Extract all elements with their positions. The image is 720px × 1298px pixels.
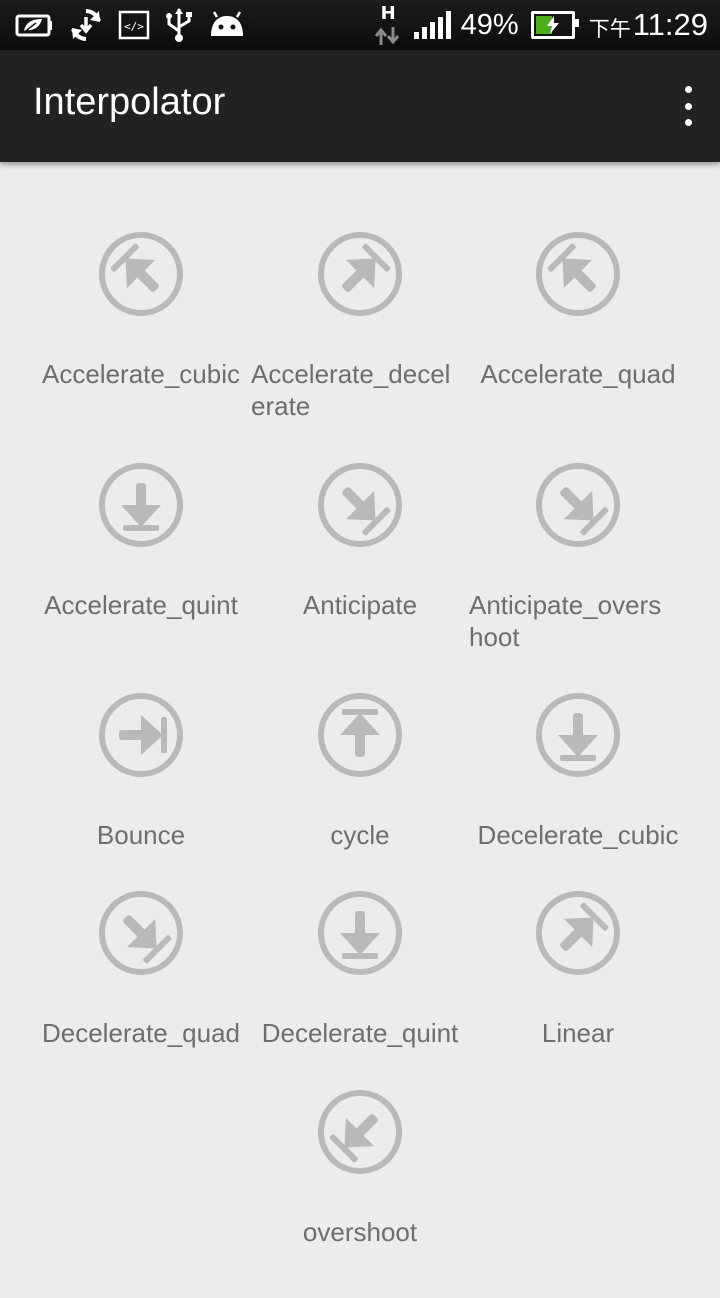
hspa-data-icon: H [372,3,402,47]
arrow-up-left-icon [536,232,620,316]
notification-icons: </> [14,0,246,50]
action-bar: Interpolator [0,50,720,162]
status-bar: </> H 49% 下午 11:29 [0,0,720,50]
interpolator-label: overshoot [302,1217,418,1247]
signal-icon [413,11,451,39]
arrow-down-right-icon [99,891,183,975]
arrow-down-right-icon [536,463,620,547]
system-indicators: H 49% 下午 11:29 [372,0,708,50]
arrow-down-right-icon [318,463,402,547]
interpolator-item[interactable]: Bounce [32,691,250,901]
interpolator-item[interactable]: Linear [469,889,687,1099]
arrow-down-icon [318,891,402,975]
clock-ampm: 下午 [588,17,631,41]
interpolator-item[interactable]: Anticipate [251,461,469,671]
interpolator-label: Accelerate_quad [480,359,676,389]
developer-icon: </> [118,10,150,40]
interpolator-item[interactable]: Anticipate_overs hoot [469,461,687,671]
interpolator-item[interactable]: cycle [251,691,469,901]
interpolator-item[interactable]: Accelerate_quad [469,230,687,440]
usb-icon [164,7,194,43]
arrow-right-icon [99,693,183,777]
interpolator-label: Accelerate_quint [44,590,238,620]
overflow-menu-icon[interactable] [678,86,698,126]
interpolator-label: cycle [330,820,390,850]
interpolator-label: Accelerate_decel erate [251,359,451,421]
battery-saver-icon [14,11,54,39]
battery-percent: 49% [460,8,519,41]
interpolator-item[interactable]: Accelerate_quint [32,461,250,671]
interpolator-label: Accelerate_cubic [42,359,240,389]
interpolator-label: Decelerate_quint [261,1018,459,1048]
svg-text:</>: </> [124,20,144,33]
interpolator-item[interactable]: overshoot [251,1088,469,1298]
arrow-down-icon [99,463,183,547]
interpolator-label: Anticipate [302,590,418,620]
interpolator-item[interactable]: Decelerate_quint [251,889,469,1099]
arrow-down-icon [536,693,620,777]
android-debug-icon [208,10,246,40]
interpolator-label: Decelerate_quad [41,1018,241,1048]
app-title: Interpolator [33,81,226,123]
network-type: H [380,3,396,24]
arrow-up-left-icon [99,232,183,316]
clock-time: 11:29 [632,7,708,42]
arrow-down-left-icon [318,1090,402,1174]
interpolator-item[interactable]: Accelerate_decel erate [251,230,469,440]
sync-icon [68,7,104,43]
interpolator-item[interactable]: Decelerate_cubic [469,691,687,901]
interpolator-label: Bounce [96,820,186,850]
arrow-up-right-icon [318,232,402,316]
interpolator-label: Anticipate_overs hoot [469,590,662,652]
arrow-up-right-icon [536,891,620,975]
arrow-up-icon [318,693,402,777]
interpolator-item[interactable]: Accelerate_cubic [32,230,250,440]
interpolator-label: Linear [541,1018,615,1048]
interpolator-item[interactable]: Decelerate_quad [32,889,250,1099]
interpolator-label: Decelerate_cubic [477,820,679,850]
battery-icon [530,11,579,39]
